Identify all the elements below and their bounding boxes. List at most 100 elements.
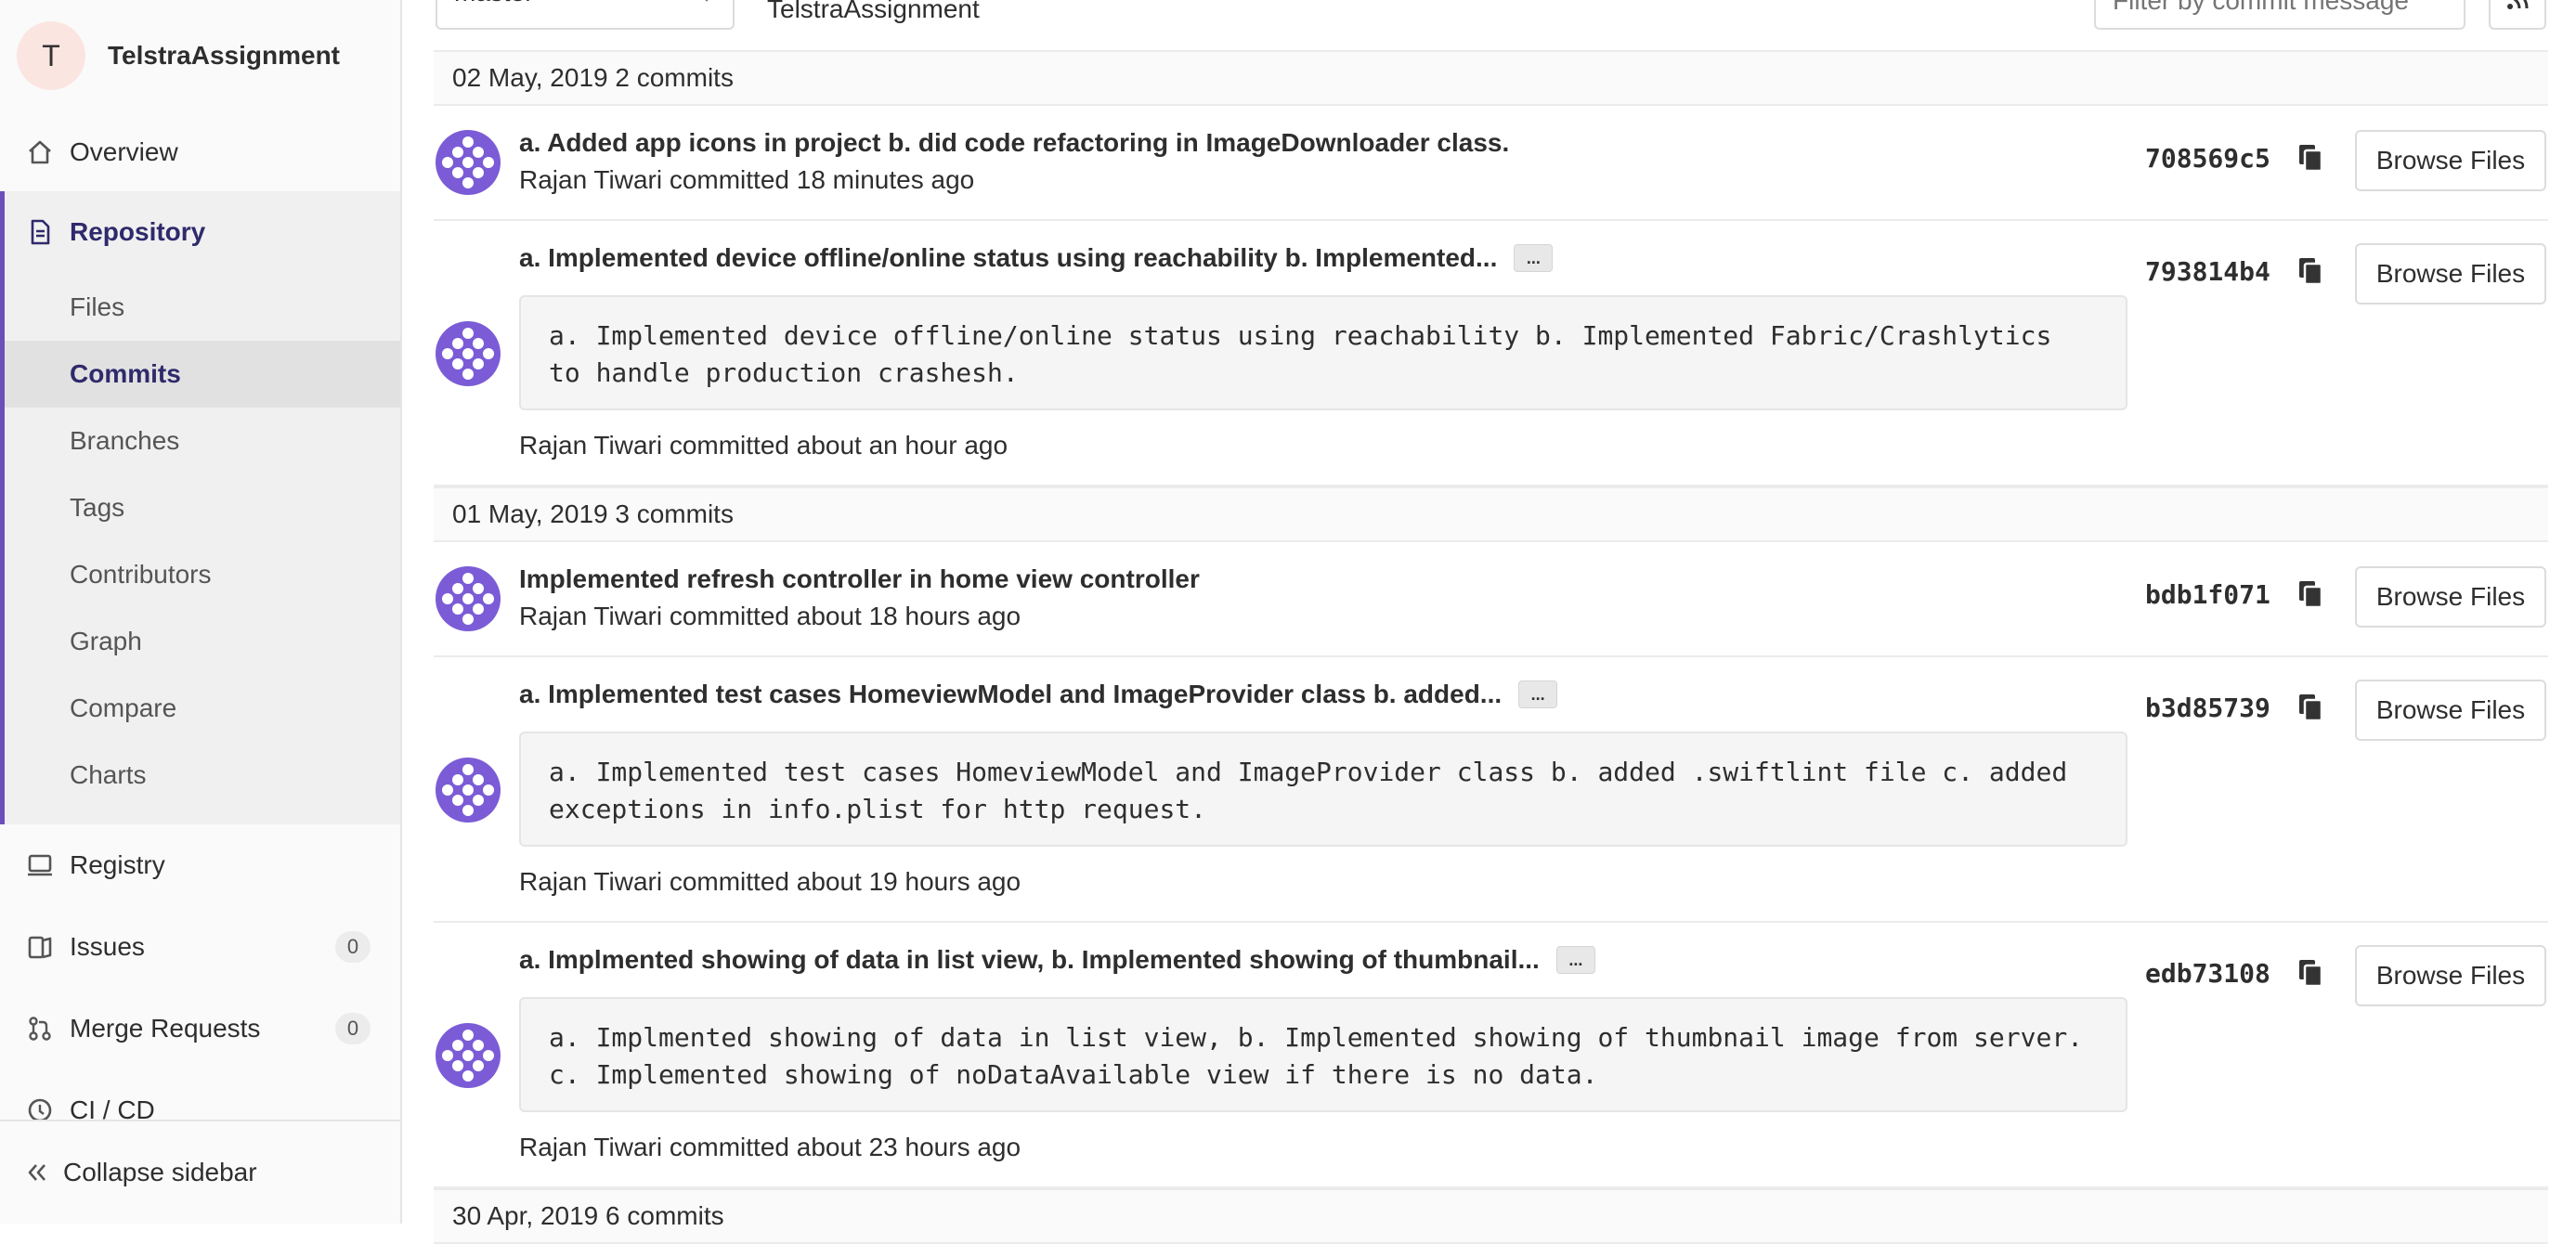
sidebar-subitem-commits[interactable]: Commits	[5, 341, 400, 408]
sidebar-subitem-files[interactable]: Files	[5, 274, 400, 341]
commit-description: a. Implmented showing of data in list vi…	[519, 997, 2127, 1112]
rss-feed-button[interactable]	[2489, 0, 2546, 30]
commit-author-avatar[interactable]	[436, 566, 501, 631]
toggle-description-button[interactable]: ...	[1514, 244, 1554, 272]
sidebar-item-merge-requests[interactable]: Merge Requests 0	[0, 1008, 400, 1049]
commit-description: a. Implemented device offline/online sta…	[519, 295, 2127, 410]
copy-sha-button[interactable]	[2294, 579, 2327, 613]
sidebar-subitem-compare[interactable]: Compare	[5, 675, 400, 742]
collapse-sidebar-button[interactable]: Collapse sidebar	[0, 1120, 400, 1224]
commit-title[interactable]: a. Implmented showing of data in list vi…	[519, 945, 1595, 975]
project-name[interactable]: TelstraAssignment	[108, 41, 340, 71]
sidebar-subitem-label: Contributors	[70, 560, 212, 589]
toggle-description-button[interactable]: ...	[1555, 946, 1595, 974]
commit-title-text[interactable]: Implemented refresh controller in home v…	[519, 564, 1200, 594]
sidebar-subitem-contributors[interactable]: Contributors	[5, 541, 400, 608]
copy-icon	[2296, 143, 2324, 177]
merge-requests-count-badge: 0	[335, 1013, 371, 1044]
sidebar-item-label: Issues	[70, 932, 145, 961]
double-chevron-left-icon	[24, 1160, 52, 1186]
home-icon	[24, 136, 56, 168]
sidebar-item-registry[interactable]: Registry	[0, 845, 400, 886]
commit-author-line: Rajan Tiwari committed about 19 hours ag…	[519, 867, 1021, 896]
copy-sha-button[interactable]	[2294, 143, 2327, 176]
commit-author-line: Rajan Tiwari committed 18 minutes ago	[519, 165, 975, 194]
commit-sha[interactable]: edb73108	[2145, 958, 2270, 989]
commit-day-header: 01 May, 2019 3 commits	[434, 486, 2548, 542]
commit-author-avatar[interactable]	[436, 758, 501, 823]
sidebar: T TelstraAssignment Overview Repository …	[0, 0, 402, 1224]
project-avatar[interactable]: T	[17, 21, 85, 90]
commit-filter-input[interactable]	[2094, 0, 2465, 30]
commit-author-line: Rajan Tiwari committed about an hour ago	[519, 431, 1008, 460]
browse-files-button[interactable]: Browse Files	[2355, 130, 2546, 191]
copy-icon	[2296, 958, 2324, 992]
breadcrumb-path[interactable]: TelstraAssignment	[767, 0, 980, 24]
commit-title-text[interactable]: a. Implmented showing of data in list vi…	[519, 945, 1540, 975]
sidebar-item-label: Overview	[70, 137, 178, 166]
document-icon	[24, 216, 56, 248]
issues-count-badge: 0	[335, 931, 371, 963]
browse-files-button[interactable]: Browse Files	[2355, 680, 2546, 741]
issues-icon	[24, 931, 56, 963]
registry-icon	[24, 849, 56, 881]
browse-files-button[interactable]: Browse Files	[2355, 945, 2546, 1006]
commit-title[interactable]: a. Implemented device offline/online sta…	[519, 243, 1554, 273]
rss-icon	[2505, 0, 2530, 16]
sidebar-item-label: Repository	[70, 217, 206, 246]
browse-files-button[interactable]: Browse Files	[2355, 566, 2546, 628]
copy-icon	[2296, 256, 2324, 291]
collapse-sidebar-label: Collapse sidebar	[63, 1158, 257, 1186]
sidebar-subitem-label: Tags	[70, 493, 125, 522]
day-header-text: 01 May, 2019 3 commits	[452, 499, 734, 528]
sidebar-item-overview[interactable]: Overview	[0, 132, 400, 173]
commit-title[interactable]: a. Implemented test cases HomeviewModel …	[519, 680, 1558, 709]
merge-request-icon	[24, 1013, 56, 1044]
copy-sha-button[interactable]	[2294, 693, 2327, 726]
copy-icon	[2296, 579, 2324, 614]
sidebar-subitem-label: Compare	[70, 693, 177, 722]
commit-title-text[interactable]: a. Added app icons in project b. did cod…	[519, 128, 1509, 158]
day-header-text: 02 May, 2019 2 commits	[452, 63, 734, 92]
copy-icon	[2296, 693, 2324, 727]
sidebar-subitem-tags[interactable]: Tags	[5, 474, 400, 541]
sidebar-subitem-graph[interactable]: Graph	[5, 608, 400, 675]
commit-sha[interactable]: bdb1f071	[2145, 579, 2270, 610]
commit-row: a. Implemented test cases HomeviewModel …	[434, 657, 2548, 923]
sidebar-subitem-label: Commits	[70, 359, 181, 388]
sidebar-subitem-label: Charts	[70, 760, 147, 789]
sidebar-subitem-charts[interactable]: Charts	[5, 742, 400, 809]
sidebar-item-label: Merge Requests	[70, 1014, 261, 1043]
commit-author-avatar[interactable]	[436, 130, 501, 195]
project-header[interactable]: T TelstraAssignment	[17, 20, 340, 91]
sidebar-subitem-label: Files	[70, 292, 125, 321]
commit-sha[interactable]: 708569c5	[2145, 143, 2270, 174]
commit-title-text[interactable]: a. Implemented device offline/online sta…	[519, 243, 1497, 273]
repository-section: Repository Files Commits Branches Tags C…	[0, 191, 400, 824]
toggle-description-button[interactable]: ...	[1518, 680, 1558, 708]
sidebar-item-issues[interactable]: Issues 0	[0, 927, 400, 967]
commit-day-header: 30 Apr, 2019 6 commits	[434, 1188, 2548, 1244]
day-header-text: 30 Apr, 2019 6 commits	[452, 1201, 724, 1230]
copy-sha-button[interactable]	[2294, 958, 2327, 991]
sidebar-subitem-label: Branches	[70, 426, 180, 455]
browse-files-button[interactable]: Browse Files	[2355, 243, 2546, 305]
branch-select[interactable]: master	[436, 0, 735, 30]
commit-title[interactable]: a. Added app icons in project b. did cod…	[519, 128, 1509, 158]
sidebar-subitem-label: Graph	[70, 627, 142, 655]
sidebar-item-repository[interactable]: Repository	[0, 212, 400, 253]
sidebar-subitem-branches[interactable]: Branches	[5, 408, 400, 474]
commit-row: a. Implemented device offline/online sta…	[434, 221, 2548, 486]
copy-sha-button[interactable]	[2294, 256, 2327, 290]
commit-title[interactable]: Implemented refresh controller in home v…	[519, 564, 1200, 594]
chevron-down-icon	[697, 0, 716, 13]
commit-row: a. Added app icons in project b. did cod…	[434, 106, 2548, 221]
commit-sha[interactable]: 793814b4	[2145, 256, 2270, 287]
commit-author-line: Rajan Tiwari committed about 23 hours ag…	[519, 1133, 1021, 1161]
commit-author-avatar[interactable]	[436, 1023, 501, 1088]
commit-author-avatar[interactable]	[436, 321, 501, 386]
commit-sha[interactable]: b3d85739	[2145, 693, 2270, 723]
commit-row: Implemented refresh controller in home v…	[434, 542, 2548, 657]
commit-description: a. Implemented test cases HomeviewModel …	[519, 732, 2127, 847]
commit-title-text[interactable]: a. Implemented test cases HomeviewModel …	[519, 680, 1502, 709]
